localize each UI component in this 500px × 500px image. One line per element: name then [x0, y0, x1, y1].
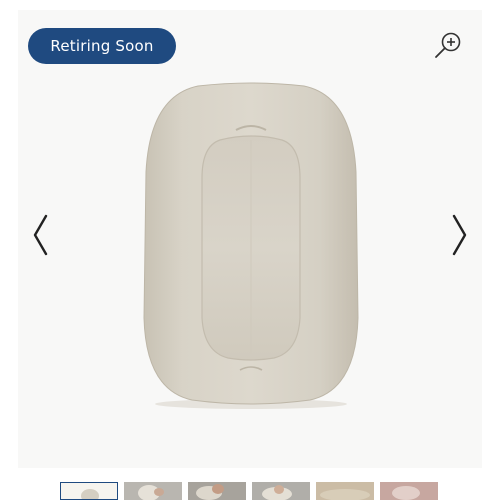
thumbnail-2[interactable] — [124, 482, 182, 500]
thumbnail-strip — [60, 482, 444, 500]
zoom-in-button[interactable] — [432, 30, 464, 62]
thumbnail-4[interactable] — [252, 482, 310, 500]
retiring-soon-badge: Retiring Soon — [28, 28, 176, 64]
product-image-lounger — [140, 82, 362, 410]
chevron-right-icon — [452, 214, 467, 256]
thumbnail-3[interactable] — [188, 482, 246, 500]
zoom-in-icon — [435, 32, 461, 58]
chevron-left-icon — [33, 214, 48, 256]
thumbnail-1[interactable] — [60, 482, 118, 500]
thumbnail-5[interactable] — [316, 482, 374, 500]
previous-image-button[interactable] — [30, 212, 52, 258]
next-image-button[interactable] — [448, 212, 470, 258]
thumbnail-6[interactable] — [380, 482, 438, 500]
